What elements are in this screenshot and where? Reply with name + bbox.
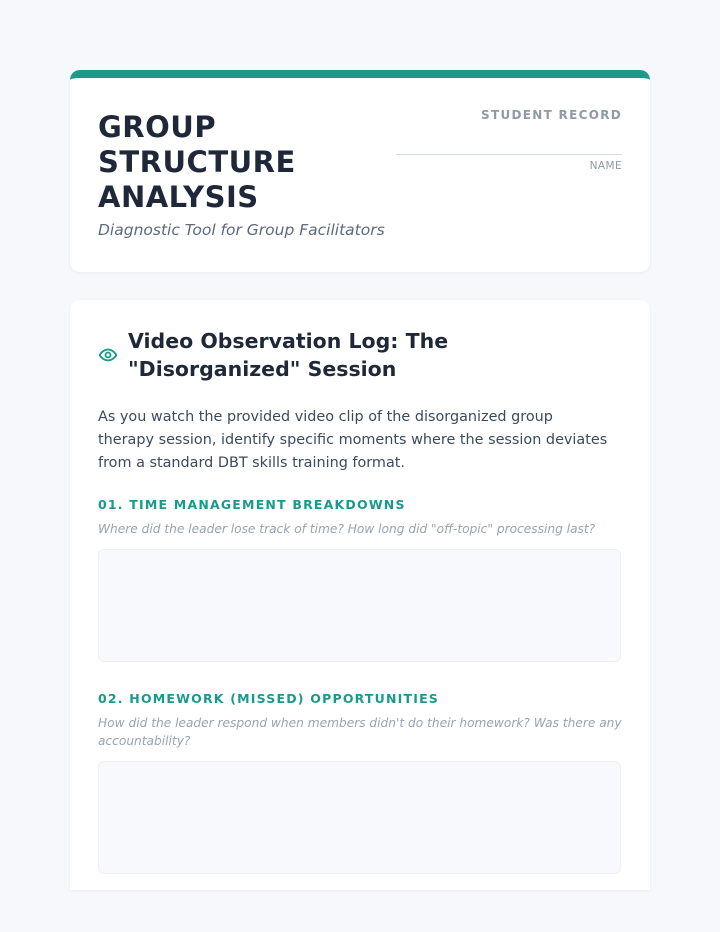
name-field-label: NAME (589, 160, 622, 172)
section-title: Video Observation Log: The "Disorganized… (128, 329, 449, 381)
header-card: GROUP STRUCTURE ANALYSIS Diagnostic Tool… (70, 70, 650, 272)
name-field-line[interactable] (396, 154, 622, 155)
question-1-answer-box[interactable] (98, 549, 621, 662)
student-record-label: STUDENT RECORD (481, 108, 622, 122)
section-intro: As you watch the provided video clip of … (98, 409, 608, 471)
question-1-prompt: Where did the leader lose track of time?… (98, 522, 596, 536)
worksheet-page: GROUP STRUCTURE ANALYSIS Diagnostic Tool… (0, 0, 720, 932)
page-subtitle: Diagnostic Tool for Group Facilitators (98, 221, 385, 239)
eye-icon (98, 348, 118, 362)
page-title: GROUP STRUCTURE ANALYSIS (98, 110, 296, 214)
question-1-label: 01. TIME MANAGEMENT BREAKDOWNS (98, 497, 406, 512)
question-2-prompt: How did the leader respond when members … (98, 716, 622, 748)
observation-log-card: Video Observation Log: The "Disorganized… (70, 300, 650, 890)
question-2-label: 02. HOMEWORK (MISSED) OPPORTUNITIES (98, 691, 440, 706)
section-header: Video Observation Log: The "Disorganized… (98, 327, 618, 383)
question-2-answer-box[interactable] (98, 761, 621, 874)
